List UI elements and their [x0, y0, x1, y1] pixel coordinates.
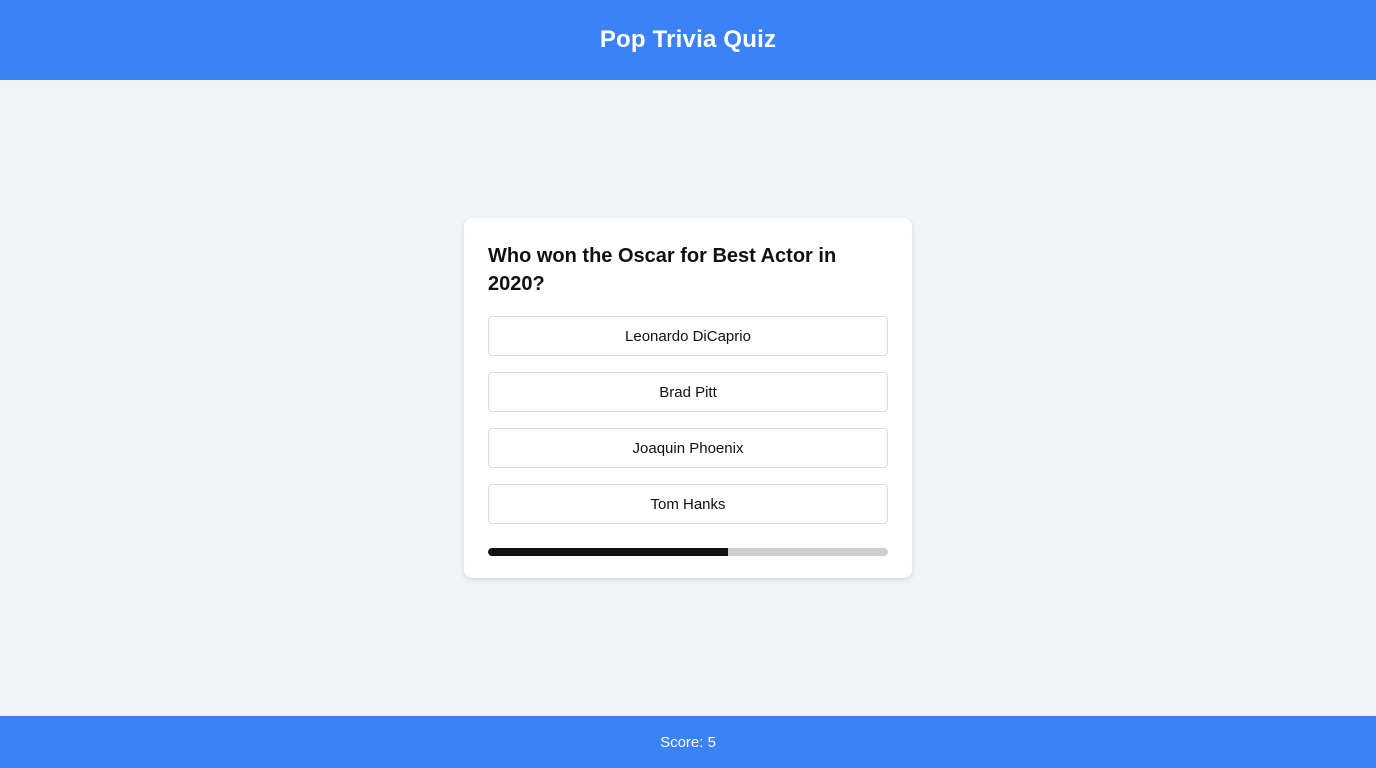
- app-footer: Score: 5: [0, 716, 1376, 768]
- answer-button-2[interactable]: Brad Pitt: [488, 372, 888, 412]
- progress-bar: [488, 548, 888, 556]
- app-header: Pop Trivia Quiz: [0, 0, 1376, 80]
- answer-button-3[interactable]: Joaquin Phoenix: [488, 428, 888, 468]
- answer-button-4[interactable]: Tom Hanks: [488, 484, 888, 524]
- progress-bar-fill: [488, 548, 728, 556]
- answer-list: Leonardo DiCaprio Brad Pitt Joaquin Phoe…: [488, 316, 888, 524]
- question-card: Who won the Oscar for Best Actor in 2020…: [464, 218, 912, 578]
- score-display: Score: 5: [660, 733, 716, 751]
- question-text: Who won the Oscar for Best Actor in 2020…: [488, 245, 837, 295]
- app-title: Pop Trivia Quiz: [599, 26, 777, 53]
- answer-button-1[interactable]: Leonardo DiCaprio: [488, 316, 888, 356]
